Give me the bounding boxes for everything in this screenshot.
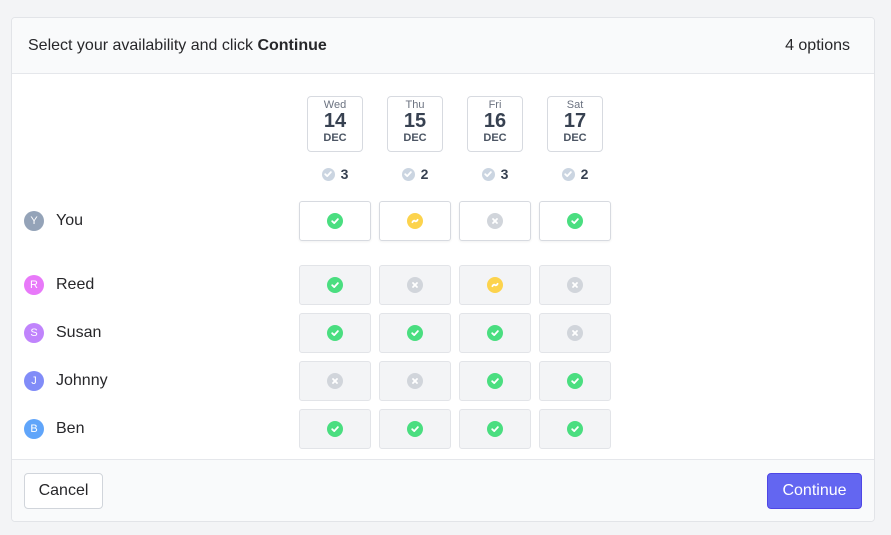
vote-cell xyxy=(459,409,531,449)
participant-row-label: J Johnny xyxy=(24,371,108,391)
avatar: S xyxy=(24,323,44,343)
vote-toggle[interactable] xyxy=(299,201,371,241)
instruction-text: Select your availability and click Conti… xyxy=(28,37,327,55)
check-icon xyxy=(327,325,343,341)
vote-toggle[interactable] xyxy=(539,201,611,241)
date-day: 16 xyxy=(483,110,507,132)
vote-cell xyxy=(539,313,611,353)
vote-cell xyxy=(299,265,371,305)
card-header: Select your availability and click Conti… xyxy=(12,18,874,74)
check-icon xyxy=(327,213,343,229)
options-count: 4 options xyxy=(785,36,850,54)
date-option: Sat 17 DEC xyxy=(547,96,603,152)
check-icon xyxy=(407,325,423,341)
participant-name: Susan xyxy=(56,324,102,341)
date-day: 14 xyxy=(323,110,347,132)
cross-icon xyxy=(567,277,583,293)
date-month: DEC xyxy=(323,132,347,144)
cross-icon xyxy=(327,373,343,389)
vote-score: 3 xyxy=(305,166,365,182)
if-need-be-icon xyxy=(487,277,503,293)
if-need-be-icon xyxy=(407,213,423,229)
vote-cell xyxy=(299,313,371,353)
participant-name: Johnny xyxy=(56,372,108,389)
vote-cell xyxy=(379,361,451,401)
participant-row-label: Y You xyxy=(24,211,83,231)
vote-cell xyxy=(379,409,451,449)
avatar: B xyxy=(24,419,44,439)
date-month: DEC xyxy=(403,132,427,144)
score-count: 3 xyxy=(340,166,349,182)
participant-row-label: R Reed xyxy=(24,275,94,295)
date-option: Wed 14 DEC xyxy=(307,96,363,152)
check-icon xyxy=(487,421,503,437)
check-icon xyxy=(561,167,575,181)
check-icon xyxy=(321,167,335,181)
avatar: J xyxy=(24,371,44,391)
score-count: 3 xyxy=(500,166,509,182)
date-option: Fri 16 DEC xyxy=(467,96,523,152)
vote-toggle[interactable] xyxy=(379,201,451,241)
check-icon xyxy=(327,421,343,437)
availability-card: Select your availability and click Conti… xyxy=(11,17,875,522)
vote-cell xyxy=(459,361,531,401)
check-icon xyxy=(567,373,583,389)
check-icon xyxy=(487,373,503,389)
participant-row-label: B Ben xyxy=(24,419,84,439)
poll-grid: Wed 14 DEC 3 Thu 15 DEC 2 Fri 16 DEC 3 Sat 17 DEC 2 Y You… xyxy=(12,74,874,461)
check-icon xyxy=(567,421,583,437)
score-count: 2 xyxy=(420,166,429,182)
vote-toggle[interactable] xyxy=(459,201,531,241)
participant-name: Ben xyxy=(56,420,85,437)
vote-cell xyxy=(459,265,531,305)
card-footer: Cancel Continue xyxy=(12,459,874,521)
vote-cell xyxy=(379,313,451,353)
cancel-button[interactable]: Cancel xyxy=(24,473,103,509)
vote-cell xyxy=(539,265,611,305)
check-icon xyxy=(327,277,343,293)
vote-cell xyxy=(299,409,371,449)
continue-button[interactable]: Continue xyxy=(767,473,862,509)
vote-cell xyxy=(299,361,371,401)
check-icon xyxy=(567,213,583,229)
vote-cell xyxy=(539,361,611,401)
vote-cell xyxy=(459,313,531,353)
avatar: R xyxy=(24,275,44,295)
cross-icon xyxy=(407,373,423,389)
participant-row-label: S Susan xyxy=(24,323,101,343)
vote-score: 3 xyxy=(465,166,525,182)
date-day: 15 xyxy=(403,110,427,132)
cross-icon xyxy=(407,277,423,293)
date-option: Thu 15 DEC xyxy=(387,96,443,152)
participant-name: Reed xyxy=(56,276,95,293)
cross-icon xyxy=(487,213,503,229)
vote-cell xyxy=(539,409,611,449)
date-month: DEC xyxy=(563,132,587,144)
check-icon xyxy=(487,325,503,341)
instruction-prefix: Select your availability and click xyxy=(28,36,253,54)
participant-name: You xyxy=(56,212,83,229)
check-icon xyxy=(481,167,495,181)
check-icon xyxy=(401,167,415,181)
score-count: 2 xyxy=(580,166,589,182)
avatar: Y xyxy=(24,211,44,231)
vote-score: 2 xyxy=(545,166,605,182)
cross-icon xyxy=(567,325,583,341)
date-month: DEC xyxy=(483,132,507,144)
vote-cell xyxy=(379,265,451,305)
check-icon xyxy=(407,421,423,437)
date-day: 17 xyxy=(563,110,587,132)
instruction-strong: Continue xyxy=(257,36,327,54)
vote-score: 2 xyxy=(385,166,445,182)
